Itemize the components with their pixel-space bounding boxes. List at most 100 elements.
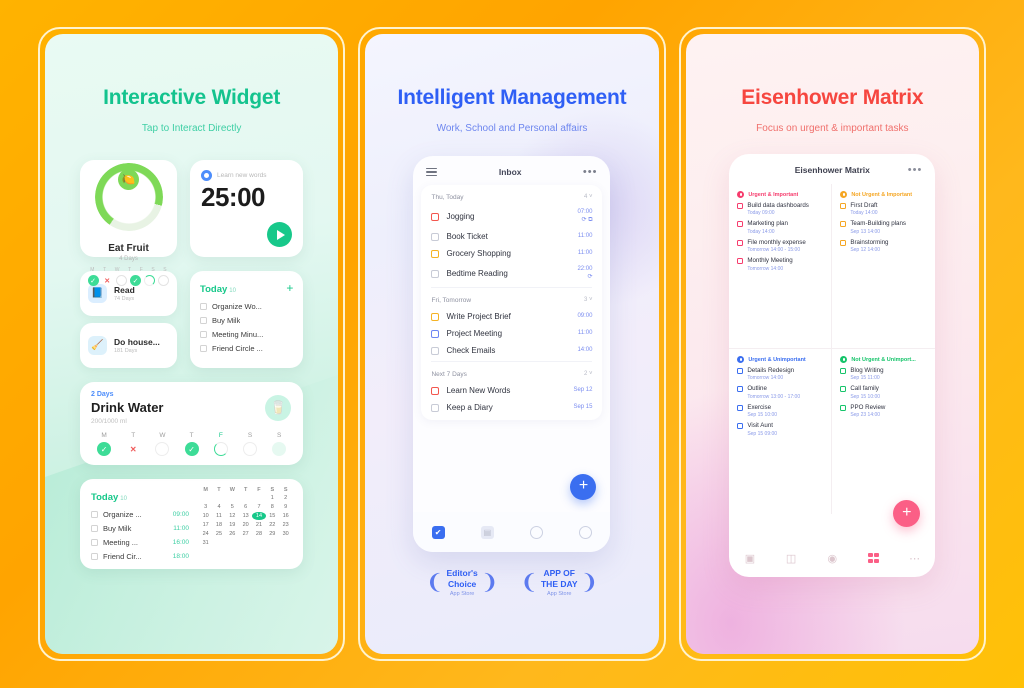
matrix-task[interactable]: PPO Review Sep 23 14:00 xyxy=(840,404,927,418)
nav-matrix-icon[interactable] xyxy=(867,552,879,564)
water-day-toggle[interactable] xyxy=(213,442,228,456)
checkbox-icon[interactable] xyxy=(91,525,98,532)
calendar-day[interactable]: 11 xyxy=(212,512,225,520)
checkbox-icon[interactable] xyxy=(200,331,207,338)
calendar-day[interactable]: 31 xyxy=(199,539,212,547)
list-item[interactable]: Meeting ... 16:00 xyxy=(91,538,189,547)
checkbox-icon[interactable] xyxy=(431,269,440,278)
checkbox-icon[interactable] xyxy=(91,511,98,518)
checkbox-icon[interactable] xyxy=(737,239,744,246)
checkbox-icon[interactable] xyxy=(200,317,207,324)
calendar-day[interactable]: 23 xyxy=(279,521,292,529)
calendar-day[interactable]: 7 xyxy=(252,503,265,511)
task-row[interactable]: Project Meeting 11:00 xyxy=(421,325,602,342)
checkbox-icon[interactable] xyxy=(737,221,744,228)
calendar-day[interactable]: 2 xyxy=(279,494,292,502)
calendar-day[interactable]: 18 xyxy=(212,521,225,529)
calendar-day[interactable]: 22 xyxy=(266,521,279,529)
habit-day-toggle[interactable] xyxy=(144,275,156,286)
add-task-fab[interactable]: + xyxy=(893,500,921,527)
task-row[interactable]: Book Ticket 11:00 xyxy=(421,228,602,245)
checkbox-icon[interactable] xyxy=(737,404,744,411)
water-day-toggle[interactable] xyxy=(272,442,287,456)
matrix-quadrant[interactable]: Urgent & Unimportant Details Redesign Tomo… xyxy=(729,349,833,514)
list-item[interactable]: Friend Circle ... xyxy=(200,344,293,353)
checkbox-icon[interactable] xyxy=(431,346,440,355)
calendar-day[interactable]: 21 xyxy=(252,521,265,529)
task-row[interactable]: Grocery Shopping 11:00 xyxy=(421,245,602,262)
calendar-day[interactable]: 26 xyxy=(226,530,239,538)
calendar-day[interactable]: 17 xyxy=(199,521,212,529)
today-list-widget[interactable]: Today 10 + Organize Wo... Buy Milk Meetin… xyxy=(190,271,304,368)
checkbox-icon[interactable] xyxy=(737,368,744,374)
checkbox-icon[interactable] xyxy=(431,386,440,395)
water-day-toggle[interactable] xyxy=(243,442,258,456)
more-icon[interactable]: ••• xyxy=(908,164,923,175)
matrix-task[interactable]: First Draft Today 14:00 xyxy=(840,202,927,216)
task-row[interactable]: Keep a Diary Sep 15 xyxy=(421,399,602,416)
matrix-task[interactable]: Visit Aunt Sep 15 09:00 xyxy=(737,422,823,437)
checkbox-icon[interactable] xyxy=(840,386,847,393)
list-item[interactable]: Meeting Minu... xyxy=(200,330,293,339)
task-row[interactable]: Learn New Words Sep 12 xyxy=(421,382,602,399)
matrix-task[interactable]: File monthly expense Tomorrow 14:00 - 15:… xyxy=(737,239,823,253)
mini-calendar[interactable]: M T W T F S S 1 2 3 4 5 6 7 8 9 10 11 12 13 14 15 16 17 18 19 20 21… xyxy=(199,487,292,547)
habit-ring-widget[interactable]: 🍋 Eat Fruit 4 Days M T W T F S S ✓ ✕ ✓ xyxy=(80,160,177,286)
calendar-day[interactable]: 27 xyxy=(239,530,252,538)
water-day-toggle[interactable]: ✓ xyxy=(97,442,112,456)
checkbox-icon[interactable] xyxy=(200,303,207,310)
checkbox-icon[interactable] xyxy=(840,239,847,246)
calendar-day[interactable]: 1 xyxy=(266,494,279,502)
matrix-task[interactable]: Details Redesign Tomorrow 14:00 xyxy=(737,367,823,381)
calendar-day[interactable]: 16 xyxy=(279,512,292,520)
checkbox-icon[interactable] xyxy=(840,368,847,374)
nav-focus-icon[interactable] xyxy=(530,525,544,539)
checkbox-icon[interactable] xyxy=(431,403,440,412)
nav-inbox-icon[interactable]: ▣ xyxy=(744,552,756,565)
matrix-task[interactable]: Marketing plan Today 14:00 xyxy=(737,220,823,235)
task-group-header[interactable]: Next 7 Days 2 ˅ xyxy=(421,364,602,382)
habit-day-toggle[interactable]: ✓ xyxy=(87,275,99,286)
calendar-list-widget[interactable]: Today 10 Organize ... 09:00 Buy Milk 11:00 … xyxy=(80,479,304,569)
task-row[interactable]: Jogging 07:00 ⟳ ⧉ xyxy=(421,205,602,228)
calendar-day[interactable]: 15 xyxy=(266,512,279,520)
calendar-day[interactable]: 8 xyxy=(266,503,279,511)
checkbox-icon[interactable] xyxy=(737,423,744,430)
nav-board-icon[interactable]: ◫ xyxy=(785,552,797,565)
calendar-day[interactable]: 19 xyxy=(226,521,239,529)
calendar-day[interactable]: 25 xyxy=(212,530,225,538)
pomodoro-timer-widget[interactable]: Learn new words 25:00 xyxy=(190,160,304,257)
habit-day-toggle[interactable] xyxy=(158,275,170,286)
inbox-task-list[interactable]: Thu, Today 4 ˅ Jogging 07:00 ⟳ ⧉ Book Ticket 1… xyxy=(421,185,603,420)
calendar-day[interactable]: 4 xyxy=(212,503,225,511)
matrix-task[interactable]: Call family Sep 15 10:00 xyxy=(840,385,927,400)
calendar-day[interactable]: 20 xyxy=(239,521,252,529)
checkbox-icon[interactable] xyxy=(737,386,744,393)
calendar-day[interactable]: 12 xyxy=(226,512,239,520)
habit-day-toggle[interactable]: ✕ xyxy=(101,275,113,286)
more-icon[interactable]: ••• xyxy=(583,167,598,178)
habit-day-toggle[interactable] xyxy=(115,275,127,286)
checkbox-icon[interactable] xyxy=(200,345,207,352)
list-item[interactable]: Buy Milk 11:00 xyxy=(91,524,189,533)
nav-focus-icon[interactable]: ◉ xyxy=(826,552,838,565)
task-row[interactable]: Bedtime Reading 22:00 ⟳ xyxy=(421,262,602,285)
water-day-toggle[interactable] xyxy=(155,442,170,456)
matrix-quadrant[interactable]: Urgent & Important Build data dashboards T… xyxy=(729,184,833,349)
checkbox-icon[interactable] xyxy=(431,232,440,241)
matrix-task[interactable]: Exercise Sep 15 10:00 xyxy=(737,404,823,418)
matrix-task[interactable]: Blog Writing Sep 15 11:00 xyxy=(840,367,927,381)
matrix-task[interactable]: Brainstorming Sep 12 14:00 xyxy=(840,239,927,253)
drink-water-widget[interactable]: 2 Days Drink Water 200/1000 ml 🥛 M ✓ T ✕ W… xyxy=(80,382,304,465)
nav-more-icon[interactable]: ⋯ xyxy=(909,552,921,565)
list-item[interactable]: Organize Wo... xyxy=(200,302,293,311)
matrix-task[interactable]: Build data dashboards Today 09:00 xyxy=(737,202,823,216)
checkbox-icon[interactable] xyxy=(431,212,440,221)
checkbox-icon[interactable] xyxy=(431,249,440,258)
play-icon[interactable] xyxy=(267,222,293,247)
matrix-quadrant[interactable]: Not Urgent & Unimport... Blog Writing Sep … xyxy=(832,349,935,514)
checkbox-icon[interactable] xyxy=(840,221,847,228)
nav-check-icon[interactable]: ✔ xyxy=(431,525,445,539)
habit-card-housework[interactable]: 🧹 Do house... 181 Days xyxy=(80,323,177,368)
calendar-day[interactable]: 13 xyxy=(239,512,252,520)
